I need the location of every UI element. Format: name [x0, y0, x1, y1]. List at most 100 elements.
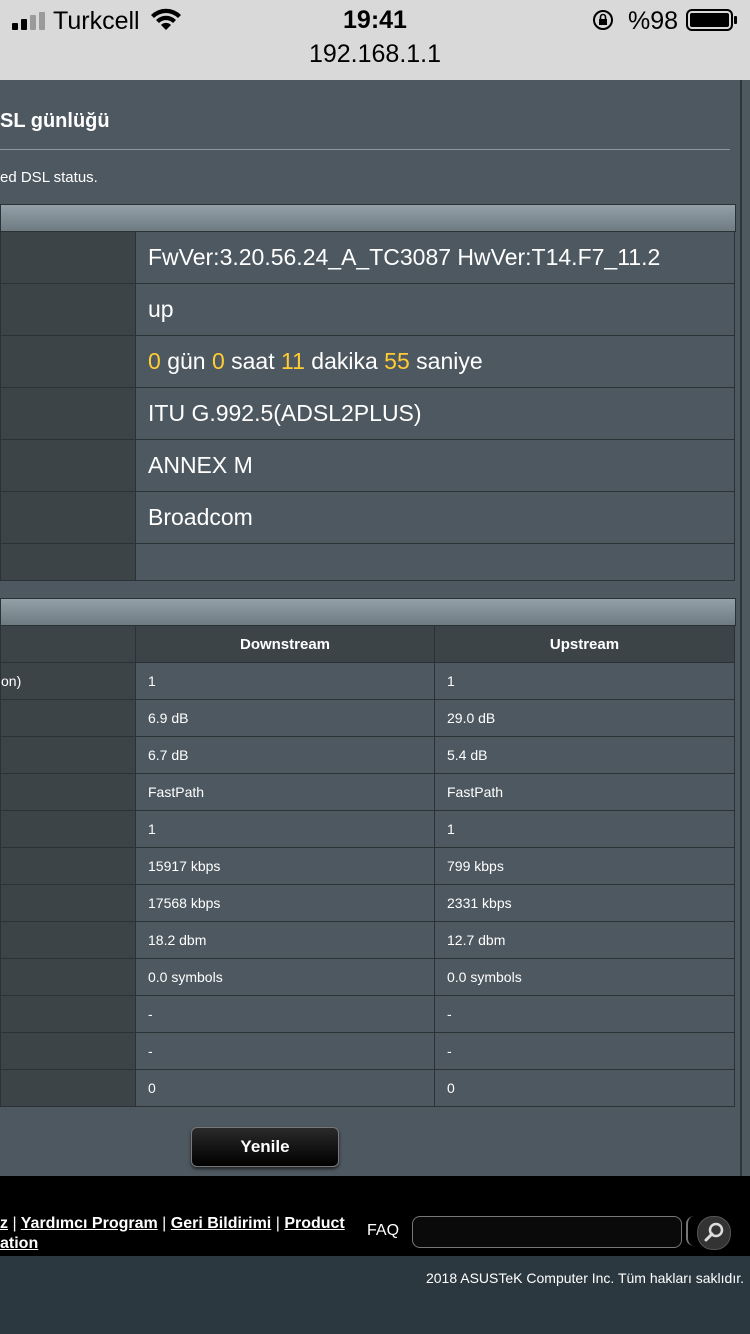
uptime-seconds: 55: [384, 348, 410, 374]
footer-link-utility[interactable]: Yardımcı Program: [21, 1215, 158, 1232]
table-row: [0, 543, 735, 581]
row-label: [0, 543, 136, 581]
row-label: [0, 387, 136, 440]
search-button[interactable]: [697, 1216, 731, 1250]
upstream-cell: 12.7 dbm: [434, 921, 735, 959]
dsl-info-table: FwVer:3.20.56.24_A_TC3087 HwVer:T14.F7_1…: [0, 231, 735, 581]
table-row: FastPath FastPath: [0, 773, 735, 811]
table-row: up: [0, 283, 735, 336]
downstream-cell: -: [135, 995, 435, 1033]
row-label: [0, 958, 136, 996]
empty-value: [135, 543, 735, 581]
modulation-value: ITU G.992.5(ADSL2PLUS): [135, 387, 735, 440]
row-label: [0, 847, 136, 885]
table-row: 0 0: [0, 1069, 735, 1107]
row-label: [0, 736, 136, 774]
search-box-edge: [686, 1216, 694, 1246]
table-row: 18.2 dbm 12.7 dbm: [0, 921, 735, 959]
firmware-version-value: FwVer:3.20.56.24_A_TC3087 HwVer:T14.F7_1…: [135, 231, 735, 284]
table-row: FwVer:3.20.56.24_A_TC3087 HwVer:T14.F7_1…: [0, 231, 735, 284]
faq-label: FAQ: [367, 1222, 400, 1239]
table-row: 6.9 dB 29.0 dB: [0, 699, 735, 737]
upstream-cell: 1: [434, 662, 735, 700]
row-label: [0, 491, 136, 544]
downstream-cell: 15917 kbps: [135, 847, 435, 885]
row-label: [0, 1032, 136, 1070]
downstream-cell: 1: [135, 810, 435, 848]
upstream-cell: 0.0 symbols: [434, 958, 735, 996]
footer-link-product[interactable]: Product: [284, 1215, 344, 1232]
footer-link-feedback[interactable]: Geri Bildirimi: [171, 1215, 271, 1232]
dsl-stats-table: Downstream Upstream on) 1 1 6.9 dB 29.0 …: [0, 625, 735, 1107]
upstream-cell: 0: [434, 1069, 735, 1107]
table-row: on) 1 1: [0, 662, 735, 700]
downstream-cell: 0.0 symbols: [135, 958, 435, 996]
table-row: - -: [0, 1032, 735, 1070]
header-label: [0, 625, 136, 663]
row-label: [0, 773, 136, 811]
row-label: [0, 283, 136, 336]
page-title: SL günlüğü: [0, 110, 110, 132]
downstream-cell: 1: [135, 662, 435, 700]
table-row: ITU G.992.5(ADSL2PLUS): [0, 387, 735, 440]
search-icon: [704, 1222, 724, 1242]
upstream-cell: 1: [434, 810, 735, 848]
uptime-minutes: 11: [281, 348, 305, 374]
link-separator: |: [275, 1215, 280, 1232]
downstream-cell: 18.2 dbm: [135, 921, 435, 959]
rotation-lock-icon: [593, 10, 613, 30]
downstream-cell: 6.7 dB: [135, 736, 435, 774]
header-downstream: Downstream: [135, 625, 435, 663]
table-row: Broadcom: [0, 491, 735, 544]
upstream-cell: FastPath: [434, 773, 735, 811]
row-label: [0, 995, 136, 1033]
upstream-cell: -: [434, 995, 735, 1033]
uptime-days-unit: gün: [167, 348, 206, 374]
uptime-hours: 0: [211, 348, 225, 374]
footer-links: z | Yardımcı Program | Geri Bildirimi | …: [0, 1214, 345, 1254]
downstream-cell: -: [135, 1032, 435, 1070]
battery-percent: %98: [628, 7, 679, 35]
table-row: 1 1: [0, 810, 735, 848]
row-label: [0, 810, 136, 848]
downstream-cell: 17568 kbps: [135, 884, 435, 922]
table-row: ANNEX M: [0, 439, 735, 492]
link-separator: |: [162, 1215, 167, 1232]
row-label: [0, 231, 136, 284]
status-bar: Turkcell 19:41 %98 192.168.1.1: [0, 0, 750, 81]
row-label: [0, 921, 136, 959]
table-header-row: Downstream Upstream: [0, 625, 735, 663]
battery-icon: [686, 9, 737, 31]
refresh-button[interactable]: Yenile: [191, 1127, 339, 1167]
annex-mode-value: ANNEX M: [135, 439, 735, 492]
address-bar-url[interactable]: 192.168.1.1: [0, 40, 750, 69]
upstream-cell: 5.4 dB: [434, 736, 735, 774]
row-label: [0, 439, 136, 492]
uptime-hours-unit: saat: [231, 348, 275, 374]
chipset-vendor-value: Broadcom: [135, 491, 735, 544]
downstream-cell: FastPath: [135, 773, 435, 811]
table-row: - -: [0, 995, 735, 1033]
copyright-text: 2018 ASUSTeK Computer Inc. Tüm hakları s…: [425, 1270, 744, 1286]
upstream-cell: 799 kbps: [434, 847, 735, 885]
downstream-cell: 0: [135, 1069, 435, 1107]
upstream-cell: 29.0 dB: [434, 699, 735, 737]
footer: z | Yardımcı Program | Geri Bildirimi | …: [0, 1176, 750, 1256]
table-row: 17568 kbps 2331 kbps: [0, 884, 735, 922]
faq-search-input[interactable]: [412, 1216, 682, 1248]
uptime-value: 0 gün 0 saat 11 dakika 55 saniye: [135, 335, 735, 388]
footer-link-product-cont[interactable]: ation: [0, 1235, 38, 1252]
section-header-stats: [0, 598, 736, 626]
upstream-cell: 2331 kbps: [434, 884, 735, 922]
table-row: 0.0 symbols 0.0 symbols: [0, 958, 735, 996]
upstream-cell: -: [434, 1032, 735, 1070]
table-row: 15917 kbps 799 kbps: [0, 847, 735, 885]
link-separator: |: [12, 1215, 17, 1232]
button-bar: Yenile: [0, 1120, 740, 1176]
row-label: on): [0, 662, 136, 700]
header-upstream: Upstream: [434, 625, 735, 663]
table-row: 0 gün 0 saat 11 dakika 55 saniye: [0, 335, 735, 388]
table-row: 6.7 dB 5.4 dB: [0, 736, 735, 774]
line-status-value: up: [135, 283, 735, 336]
footer-link-partial[interactable]: z: [0, 1215, 8, 1232]
